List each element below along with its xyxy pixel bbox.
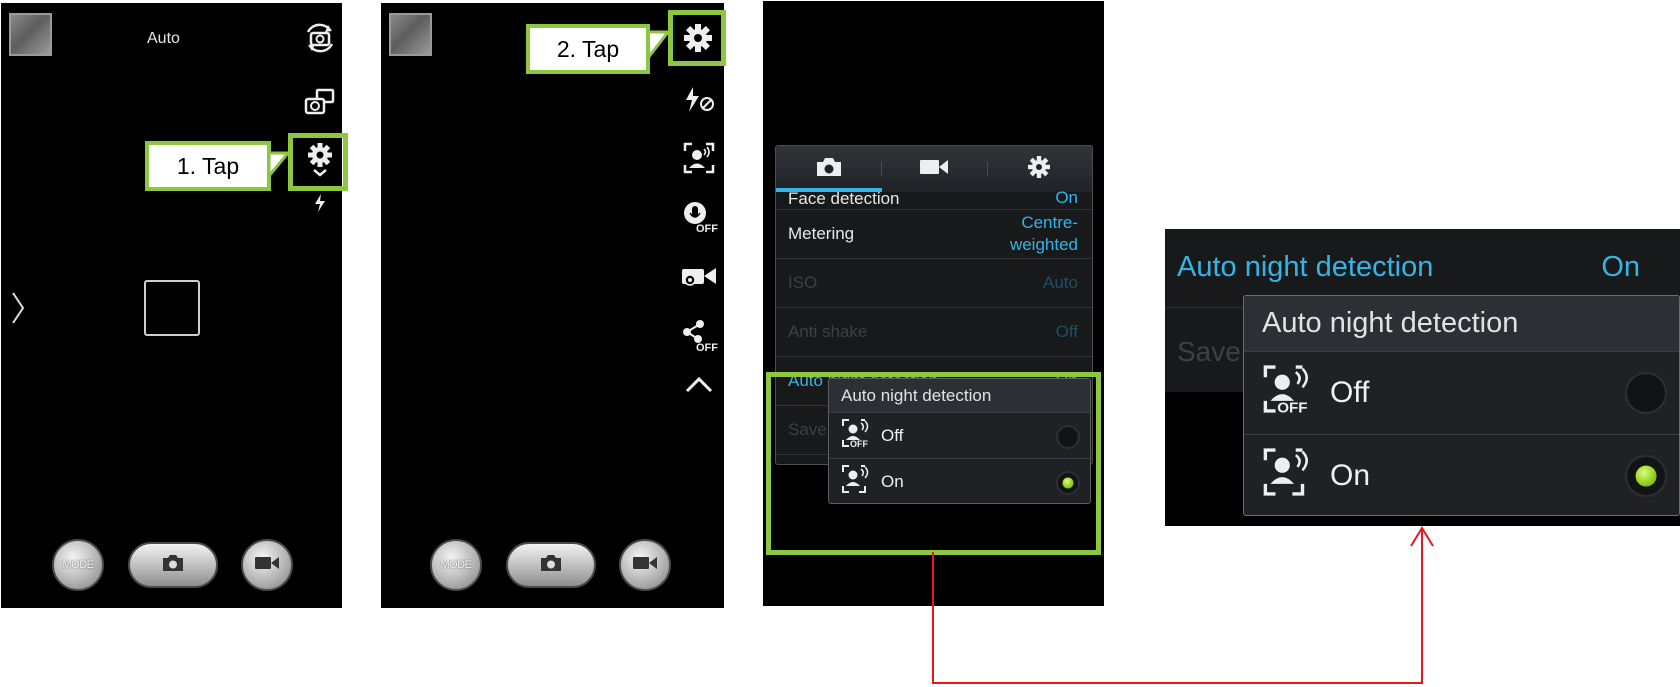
gear-icon bbox=[1027, 155, 1051, 184]
shutter-button[interactable] bbox=[506, 542, 596, 588]
radio-on-selected[interactable] bbox=[1625, 455, 1667, 497]
chevron-up-icon[interactable] bbox=[683, 373, 715, 395]
shutter-button[interactable] bbox=[128, 542, 218, 588]
radio-off[interactable] bbox=[1625, 372, 1667, 414]
setting-row-anti-shake: Anti shake Off bbox=[776, 308, 1092, 357]
setting-value: Off bbox=[1055, 322, 1078, 341]
highlight-settings-gear bbox=[668, 10, 726, 66]
switch-camera-icon[interactable] bbox=[301, 21, 339, 55]
camera-icon bbox=[815, 157, 843, 182]
mode-button-label: MODE bbox=[62, 559, 95, 571]
camera-icon bbox=[161, 554, 185, 577]
dual-camera-icon[interactable] bbox=[301, 85, 339, 119]
setting-value: Auto bbox=[1043, 273, 1078, 292]
face-detection-icon[interactable] bbox=[681, 140, 717, 176]
option-on[interactable]: On bbox=[1244, 434, 1679, 515]
callout-step-2: 2. Tap bbox=[526, 24, 650, 74]
popup-title: Auto night detection bbox=[1244, 296, 1679, 351]
svg-text:OFF: OFF bbox=[696, 223, 718, 233]
setting-row-iso: ISO Auto bbox=[776, 259, 1092, 308]
camera-icon bbox=[539, 554, 563, 577]
option-off[interactable]: OFF Off bbox=[1244, 351, 1679, 434]
record-video-button[interactable] bbox=[619, 539, 671, 591]
video-camera-icon bbox=[254, 555, 280, 576]
video-camera-icon bbox=[919, 158, 949, 181]
svg-text:OFF: OFF bbox=[1277, 400, 1307, 415]
callout-step-1: 1. Tap bbox=[145, 141, 271, 191]
setting-label: ISO bbox=[788, 273, 818, 292]
camera-screen-2: OFF OFF MODE bbox=[381, 3, 724, 608]
option-label: On bbox=[1330, 459, 1371, 492]
setting-value-line: Centre- bbox=[1021, 213, 1078, 232]
chevron-right-icon[interactable] bbox=[11, 291, 25, 330]
setting-row-face-detection[interactable]: Face detection On bbox=[776, 184, 1092, 210]
video-camera-icon bbox=[632, 555, 658, 576]
zoomed-auto-night-detection: Auto night detection On Save Auto night … bbox=[1165, 229, 1680, 526]
highlight-settings-expand bbox=[288, 133, 348, 191]
flash-auto-icon[interactable] bbox=[311, 193, 329, 213]
setting-value: On bbox=[1601, 251, 1640, 283]
gallery-thumbnail[interactable] bbox=[9, 13, 52, 56]
record-video-button[interactable] bbox=[241, 539, 293, 591]
gallery-thumbnail[interactable] bbox=[389, 13, 432, 56]
focus-frame bbox=[144, 280, 200, 336]
mode-button[interactable]: MODE bbox=[430, 539, 482, 591]
voice-control-off-icon[interactable]: OFF bbox=[681, 199, 719, 235]
setting-value-line: weighted bbox=[1009, 235, 1078, 254]
shooting-mode-label: Auto bbox=[147, 30, 180, 47]
setting-label: Face detection bbox=[788, 189, 900, 208]
zoom-popup: Auto night detection OFF Off On bbox=[1243, 295, 1680, 516]
auto-night-on-icon bbox=[1262, 446, 1316, 506]
highlight-auto-night-detection bbox=[766, 372, 1101, 555]
setting-label: Auto night detection bbox=[1177, 251, 1434, 283]
mode-button-label: MODE bbox=[440, 559, 473, 571]
flash-off-icon[interactable] bbox=[681, 83, 717, 117]
setting-value: On bbox=[1055, 188, 1078, 207]
zoom-save-row: Save bbox=[1165, 307, 1255, 392]
setting-label: Metering bbox=[788, 224, 855, 243]
camera-screen-1: Auto MODE bbox=[1, 3, 342, 608]
tutorial-figure: Auto MODE OFF OFF MODE Face detection On… bbox=[0, 0, 1680, 687]
option-label: Off bbox=[1330, 376, 1370, 409]
setting-label: Save bbox=[1177, 336, 1241, 367]
setting-label: Anti shake bbox=[788, 322, 868, 341]
share-off-icon[interactable]: OFF bbox=[681, 319, 719, 353]
setting-value: Centre-weighted bbox=[1010, 212, 1078, 256]
mode-button[interactable]: MODE bbox=[52, 539, 104, 591]
setting-row-metering[interactable]: Metering Centre-weighted bbox=[776, 210, 1092, 259]
svg-text:OFF: OFF bbox=[696, 342, 718, 352]
auto-night-off-icon: OFF bbox=[1262, 363, 1316, 423]
recording-mode-icon[interactable] bbox=[679, 261, 719, 291]
